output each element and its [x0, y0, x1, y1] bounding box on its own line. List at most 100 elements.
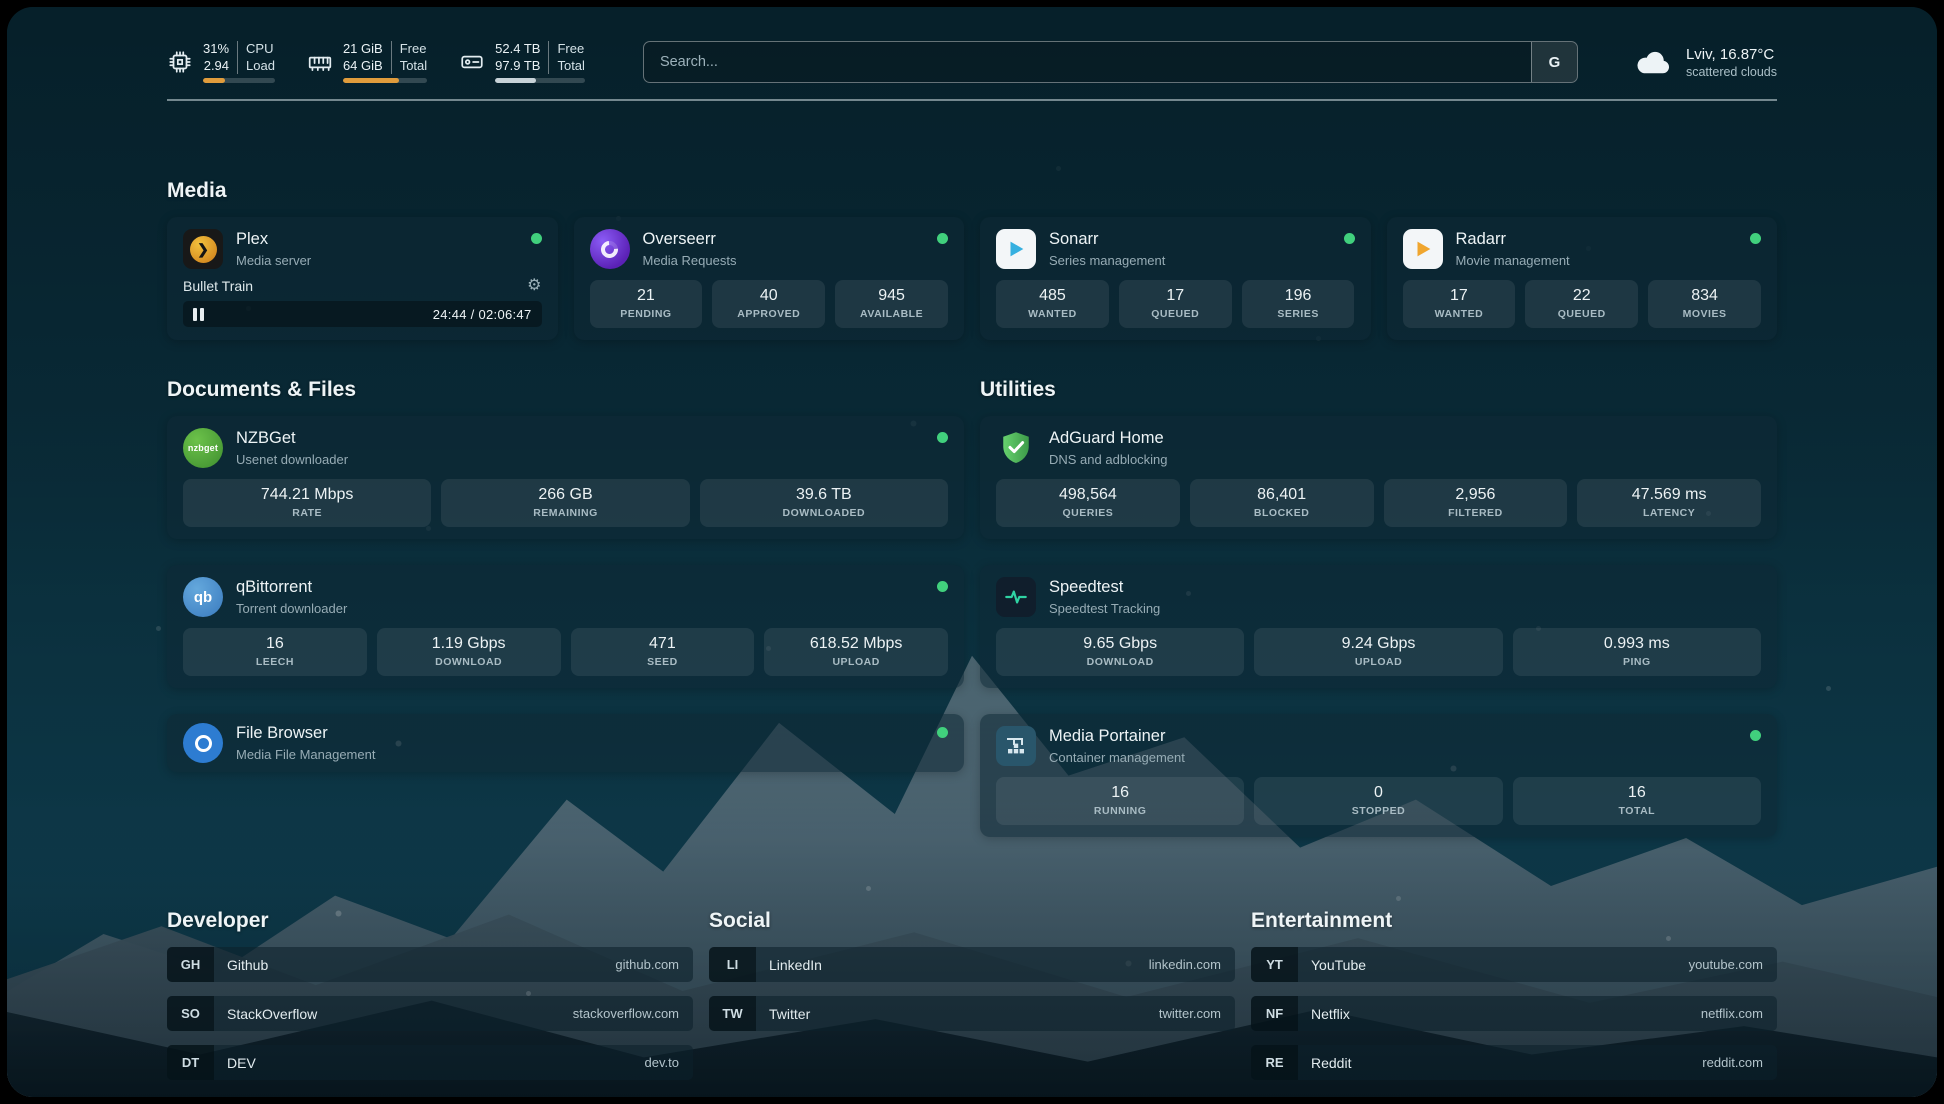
app-card-portainer[interactable]: Media Portainer Container management 16 …	[980, 714, 1777, 837]
bookmark-abbr: RE	[1251, 1045, 1298, 1080]
bookmark-netflix[interactable]: NF Netflix netflix.com	[1251, 996, 1777, 1031]
stat-downloaded: 39.6 TB DOWNLOADED	[700, 479, 948, 527]
memory-free-label: Free	[391, 41, 427, 57]
bookmark-stackoverflow[interactable]: SO StackOverflow stackoverflow.com	[167, 996, 693, 1031]
stat-leech: 16 LEECH	[183, 628, 367, 676]
app-description: Speedtest Tracking	[1049, 601, 1160, 616]
stat-queries: 498,564 QUERIES	[996, 479, 1180, 527]
bookmark-youtube[interactable]: YT YouTube youtube.com	[1251, 947, 1777, 982]
stat-queued: 22 QUEUED	[1525, 280, 1638, 328]
bookmark-url: twitter.com	[1159, 1006, 1235, 1021]
app-description: DNS and adblocking	[1049, 452, 1168, 467]
bookmark-abbr: DT	[167, 1045, 214, 1080]
memory-total-label: Total	[391, 58, 427, 74]
memory-progress-bar	[343, 78, 427, 83]
app-card-speedtest[interactable]: Speedtest Speedtest Tracking 9.65 Gbps D…	[980, 565, 1777, 688]
section-documents: Documents & Files nzbget NZBGet Usenet d…	[167, 378, 964, 772]
app-card-radarr[interactable]: Radarr Movie management 17 WANTED 22 QUE…	[1387, 217, 1778, 340]
cpu-label: CPU	[237, 41, 275, 57]
app-description: Media server	[236, 253, 311, 268]
resource-widgets: 31% CPU 2.94 Load 21 GiB	[167, 41, 585, 83]
speedtest-icon	[996, 577, 1036, 617]
bookmark-url: linkedin.com	[1149, 957, 1235, 972]
stat-filtered: 2,956 FILTERED	[1384, 479, 1568, 527]
bookmark-name: Reddit	[1298, 1055, 1351, 1071]
app-name: Plex	[236, 230, 311, 250]
playback-progress-track[interactable]	[213, 306, 424, 322]
adguard-icon	[996, 428, 1036, 468]
bookmark-reddit[interactable]: RE Reddit reddit.com	[1251, 1045, 1777, 1080]
bookmark-abbr: YT	[1251, 947, 1298, 982]
stat-latency: 47.569 ms LATENCY	[1577, 479, 1761, 527]
now-playing-bar: 24:44 / 02:06:47	[183, 301, 542, 327]
weather-widget: Lviv, 16.87°C scattered clouds	[1634, 46, 1777, 79]
disk-free-label: Free	[548, 41, 584, 57]
disk-usage-widget: 52.4 TB Free 97.9 TB Total	[459, 41, 585, 83]
stat-wanted: 485 WANTED	[996, 280, 1109, 328]
bookmark-twitter[interactable]: TW Twitter twitter.com	[709, 996, 1235, 1031]
weather-condition: scattered clouds	[1686, 65, 1777, 79]
stat-remaining: 266 GB REMAINING	[441, 479, 689, 527]
documents-section-title: Documents & Files	[167, 378, 964, 402]
memory-usage-widget: 21 GiB Free 64 GiB Total	[307, 41, 427, 83]
app-name: Media Portainer	[1049, 727, 1185, 747]
bookmark-url: dev.to	[645, 1055, 693, 1070]
app-description: Container management	[1049, 750, 1185, 765]
app-card-qbittorrent[interactable]: qb qBittorrent Torrent downloader 16 LEE…	[167, 565, 964, 688]
bookmark-url: stackoverflow.com	[573, 1006, 693, 1021]
bookmark-url: github.com	[615, 957, 693, 972]
bookmark-dev[interactable]: DT DEV dev.to	[167, 1045, 693, 1080]
app-card-sonarr[interactable]: Sonarr Series management 485 WANTED 17 Q…	[980, 217, 1371, 340]
dashboard-screen: 31% CPU 2.94 Load 21 GiB	[7, 7, 1937, 1097]
app-name: Sonarr	[1049, 230, 1165, 250]
cloud-icon	[1634, 47, 1674, 77]
nzbget-icon: nzbget	[183, 428, 223, 468]
stat-running: 16 RUNNING	[996, 777, 1244, 825]
stat-download: 9.65 Gbps DOWNLOAD	[996, 628, 1244, 676]
qbittorrent-icon: qb	[183, 577, 223, 617]
app-card-overseerr[interactable]: Overseerr Media Requests 21 PENDING 40 A…	[574, 217, 965, 340]
stat-stopped: 0 STOPPED	[1254, 777, 1502, 825]
disk-total-value: 97.9 TB	[495, 58, 548, 74]
disk-total-label: Total	[548, 58, 584, 74]
bookmark-linkedin[interactable]: LI LinkedIn linkedin.com	[709, 947, 1235, 982]
playback-time: 24:44 / 02:06:47	[433, 307, 532, 322]
pause-button[interactable]	[193, 308, 204, 321]
cpu-load-value: 2.94	[203, 58, 237, 74]
bookmark-github[interactable]: GH Github github.com	[167, 947, 693, 982]
header-divider	[167, 99, 1777, 101]
app-card-plex[interactable]: ❯ Plex Media server Bullet Train ⚙	[167, 217, 558, 340]
stat-queued: 17 QUEUED	[1119, 280, 1232, 328]
app-description: Series management	[1049, 253, 1165, 268]
cpu-progress-bar	[203, 78, 275, 83]
weather-location: Lviv, 16.87°C	[1686, 46, 1777, 63]
app-name: Radarr	[1456, 230, 1570, 250]
status-online-dot	[1750, 730, 1761, 741]
stat-upload: 9.24 Gbps UPLOAD	[1254, 628, 1502, 676]
cpu-usage-widget: 31% CPU 2.94 Load	[167, 41, 275, 83]
status-online-dot	[1750, 233, 1761, 244]
bookmark-name: Twitter	[756, 1006, 810, 1022]
bookmark-name: Github	[214, 957, 268, 973]
app-description: Media Requests	[643, 253, 737, 268]
search-engine-button[interactable]: G	[1531, 42, 1577, 82]
memory-total-value: 64 GiB	[343, 58, 391, 74]
bookmark-name: StackOverflow	[214, 1006, 317, 1022]
app-card-filebrowser[interactable]: File Browser Media File Management	[167, 714, 964, 772]
bookmark-abbr: GH	[167, 947, 214, 982]
plex-settings-icon[interactable]: ⚙	[527, 278, 541, 294]
search-input[interactable]	[644, 42, 1531, 82]
status-online-dot	[1344, 233, 1355, 244]
app-description: Usenet downloader	[236, 452, 348, 467]
utilities-section-title: Utilities	[980, 378, 1777, 402]
bookmark-url: netflix.com	[1701, 1006, 1777, 1021]
bookmark-abbr: LI	[709, 947, 756, 982]
bookmark-abbr: TW	[709, 996, 756, 1031]
app-card-adguard[interactable]: AdGuard Home DNS and adblocking 498,564 …	[980, 416, 1777, 539]
radarr-icon	[1403, 229, 1443, 269]
now-playing-title: Bullet Train	[183, 278, 253, 294]
app-name: Speedtest	[1049, 578, 1160, 598]
app-card-nzbget[interactable]: nzbget NZBGet Usenet downloader 744.21 M…	[167, 416, 964, 539]
media-section-title: Media	[167, 179, 1777, 203]
stat-blocked: 86,401 BLOCKED	[1190, 479, 1374, 527]
